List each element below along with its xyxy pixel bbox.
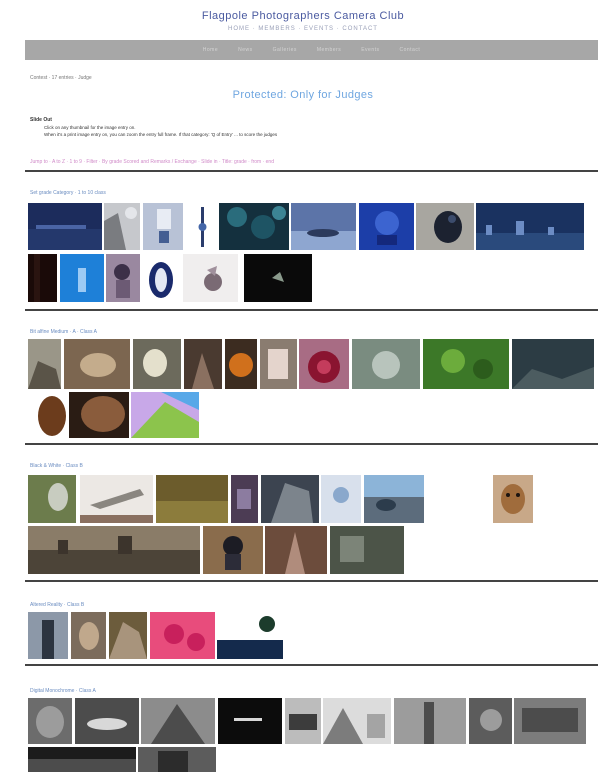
entry-thumbnail[interactable] (423, 339, 509, 389)
entry-thumbnail[interactable] (64, 339, 130, 389)
entry-thumbnail[interactable] (80, 475, 153, 523)
entry-thumbnail[interactable] (28, 392, 68, 438)
entry-thumbnail[interactable] (190, 203, 214, 250)
entry-thumbnail[interactable] (352, 339, 420, 389)
intro-text: Slide Out Click on any thumbnail for the… (30, 117, 570, 138)
section-title[interactable]: Black & White · Class B (30, 463, 83, 469)
entry-thumbnail[interactable] (203, 526, 263, 574)
section-title[interactable]: Digital Monochrome · Class A (30, 688, 96, 694)
entry-thumbnail[interactable] (514, 698, 586, 744)
entry-thumbnail[interactable] (225, 339, 257, 389)
entry-thumbnail[interactable] (143, 203, 183, 250)
entry-thumbnail[interactable] (469, 698, 512, 744)
section-divider (25, 664, 598, 666)
entry-thumbnail[interactable] (299, 339, 349, 389)
entry-thumbnail[interactable] (150, 612, 215, 659)
nav-bar: Home News Galleries Members Events Conta… (25, 40, 598, 60)
entry-thumbnail[interactable] (416, 203, 474, 250)
intro-line-1: Click on any thumbnail for the image ent… (44, 125, 136, 130)
entry-thumbnail[interactable] (217, 612, 283, 659)
entry-thumbnail[interactable] (323, 698, 391, 744)
entry-thumbnail[interactable] (69, 392, 129, 438)
entry-thumbnail[interactable] (364, 475, 424, 523)
entry-thumbnail[interactable] (291, 203, 356, 250)
page-title: Protected: Only for Judges (232, 89, 374, 101)
nav-item-home[interactable]: Home (203, 47, 218, 53)
intro-line-2: When it's a print image entry on, you ca… (44, 132, 278, 137)
nav-item-news[interactable]: News (238, 47, 253, 53)
entry-thumbnail[interactable] (512, 339, 594, 389)
entry-thumbnail[interactable] (260, 339, 297, 389)
entry-thumbnail[interactable] (143, 254, 179, 302)
entry-thumbnail[interactable] (231, 475, 258, 523)
entry-thumbnail[interactable] (156, 475, 228, 523)
page-root: Flagpole Photographers Camera Club HOME … (0, 0, 606, 772)
site-title[interactable]: Flagpole Photographers Camera Club (0, 10, 606, 22)
entry-thumbnail[interactable] (109, 612, 147, 659)
entry-thumbnail[interactable] (28, 612, 68, 659)
entry-thumbnail[interactable] (183, 254, 238, 302)
filter-link[interactable]: Jump to · A to Z · 1 to 9 · Filter · By … (30, 159, 274, 165)
section-title[interactable]: Set grade Category · 1 to 10 class (30, 190, 106, 196)
entry-thumbnail[interactable] (394, 698, 466, 744)
entry-thumbnail[interactable] (265, 526, 327, 574)
site-subtitle: HOME · MEMBERS · EVENTS · CONTACT (228, 26, 378, 32)
entry-thumbnail[interactable] (141, 698, 215, 744)
entry-thumbnail[interactable] (28, 698, 72, 744)
section-divider (25, 580, 598, 582)
nav-item-galleries[interactable]: Galleries (273, 47, 297, 53)
section-title[interactable]: Bit alfine Medium · A · Class A (30, 329, 97, 335)
entry-thumbnail[interactable] (28, 254, 57, 302)
entry-thumbnail[interactable] (71, 612, 106, 659)
entry-thumbnail[interactable] (261, 475, 319, 523)
entry-thumbnail[interactable] (321, 475, 361, 523)
entry-thumbnail[interactable] (28, 475, 76, 523)
entry-thumbnail[interactable] (60, 254, 104, 302)
entry-thumbnail[interactable] (218, 698, 282, 744)
entry-thumbnail[interactable] (28, 339, 61, 389)
breadcrumb: Contest · 17 entries · Judge (30, 75, 92, 81)
entry-thumbnail[interactable] (106, 254, 140, 302)
section-title[interactable]: Altered Reality · Class B (30, 602, 84, 608)
nav-item-contact[interactable]: Contact (400, 47, 421, 53)
site-header: Flagpole Photographers Camera Club HOME … (0, 0, 606, 40)
entry-thumbnail[interactable] (285, 698, 321, 744)
entry-thumbnail[interactable] (493, 475, 533, 523)
section-divider (25, 170, 598, 172)
entry-thumbnail[interactable] (75, 698, 139, 744)
entry-thumbnail[interactable] (28, 747, 136, 772)
entry-thumbnail[interactable] (184, 339, 222, 389)
entry-thumbnail[interactable] (359, 203, 414, 250)
nav-item-members[interactable]: Members (317, 47, 341, 53)
entry-thumbnail[interactable] (104, 203, 140, 250)
entry-thumbnail[interactable] (219, 203, 289, 250)
entry-thumbnail[interactable] (28, 203, 102, 250)
section-divider (25, 443, 598, 445)
entry-thumbnail[interactable] (28, 526, 200, 574)
nav-item-events[interactable]: Events (361, 47, 379, 53)
entry-thumbnail[interactable] (138, 747, 216, 772)
entry-thumbnail[interactable] (330, 526, 404, 574)
entry-thumbnail[interactable] (476, 203, 584, 250)
intro-heading: Slide Out (30, 117, 52, 123)
entry-thumbnail[interactable] (131, 392, 199, 438)
entry-thumbnail[interactable] (244, 254, 312, 302)
section-divider (25, 309, 598, 311)
entry-thumbnail[interactable] (133, 339, 181, 389)
